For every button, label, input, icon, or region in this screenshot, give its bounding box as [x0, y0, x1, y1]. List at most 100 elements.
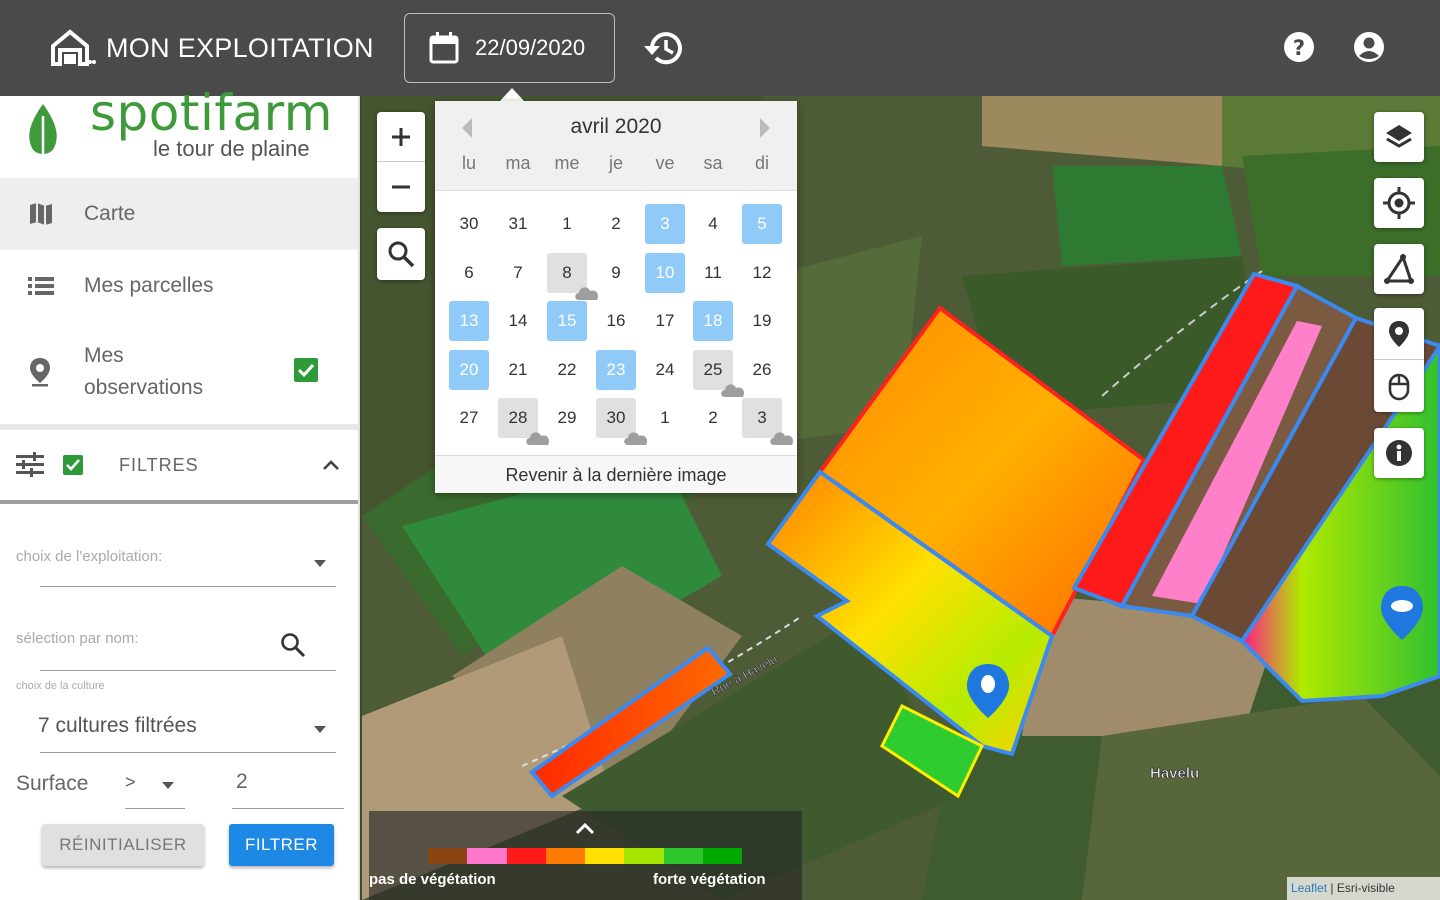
calendar-day[interactable]: 23 — [596, 350, 636, 390]
nav-item-observations[interactable]: Mes observations — [0, 322, 358, 422]
legend-swatch — [624, 848, 664, 864]
chevron-up-icon[interactable] — [322, 459, 340, 471]
chevron-right-icon[interactable] — [757, 117, 773, 139]
calendar-day[interactable]: 7 — [498, 253, 538, 293]
name-search-input[interactable] — [40, 670, 336, 671]
calendar-day[interactable]: 31 — [498, 204, 538, 244]
culture-dropdown-icon[interactable] — [314, 726, 326, 734]
calendar-day[interactable]: 16 — [596, 301, 636, 341]
calendar-day[interactable]: 1 — [645, 398, 685, 438]
add-marker-button[interactable] — [1374, 308, 1424, 360]
calendar-day[interactable]: 27 — [449, 398, 489, 438]
calendar-day[interactable]: 3 — [742, 398, 794, 445]
calendar-day[interactable]: 14 — [498, 301, 538, 341]
map-search-button[interactable] — [377, 228, 425, 280]
filters-title: FILTRES — [119, 454, 199, 475]
calendar-day[interactable]: 30 — [449, 204, 489, 244]
date-calendar-popup: avril 2020 lu ma me je ve sa di 30 31 1 2 3 4… — [435, 101, 797, 493]
map-icon — [30, 203, 52, 225]
calendar-day[interactable]: 3 — [645, 204, 685, 244]
exploitation-dropdown-icon[interactable] — [314, 560, 326, 568]
account-button[interactable] — [1352, 30, 1386, 69]
history-button[interactable] — [642, 28, 684, 73]
layers-button[interactable] — [1374, 112, 1424, 162]
calendar-day[interactable]: 28 — [498, 398, 550, 445]
surface-input[interactable] — [232, 808, 344, 809]
nav-label-parcelles: Mes parcelles — [84, 274, 214, 297]
calendar-day[interactable]: 8 — [547, 253, 599, 300]
legend-color-scale — [428, 848, 742, 864]
minus-icon — [392, 185, 410, 189]
calendar-day[interactable]: 6 — [449, 253, 489, 293]
chevron-up-icon[interactable] — [575, 821, 595, 835]
surface-operator[interactable]: > — [125, 772, 136, 793]
calendar-day[interactable]: 2 — [596, 204, 636, 244]
zoom-out-button[interactable] — [377, 162, 425, 212]
info-button[interactable] — [1374, 428, 1424, 478]
surface-operator-select[interactable] — [125, 808, 185, 809]
calendar-day-number: 3 — [757, 408, 767, 427]
calendar-day[interactable]: 22 — [547, 350, 587, 390]
measure-button[interactable] — [1374, 244, 1424, 294]
calendar-day[interactable]: 25 — [693, 350, 745, 397]
culture-select[interactable] — [40, 752, 336, 753]
date-picker-button[interactable]: 22/09/2020 — [404, 13, 615, 83]
filters-header[interactable]: FILTRES — [0, 432, 358, 498]
calendar-day[interactable]: 19 — [742, 301, 782, 341]
calendar-day[interactable]: 12 — [742, 253, 782, 293]
calendar-day-number: 17 — [655, 311, 675, 330]
surface-operator-dropdown-icon[interactable] — [162, 782, 174, 790]
calendar-day-number: 9 — [611, 263, 621, 282]
calendar-day[interactable]: 30 — [596, 398, 648, 445]
calendar-day[interactable]: 17 — [645, 301, 685, 341]
calendar-day-number: 2 — [611, 214, 621, 233]
back-to-last-image-button[interactable]: Revenir à la dernière image — [435, 455, 797, 493]
calendar-day-number: 19 — [752, 311, 772, 330]
farm-barn-icon — [51, 29, 96, 66]
calendar-day-number: 11 — [704, 263, 722, 282]
calendar-day[interactable]: 26 — [742, 350, 782, 390]
click-select-button[interactable] — [1374, 360, 1424, 412]
calendar-day[interactable]: 29 — [547, 398, 587, 438]
farm-selector[interactable]: MON EXPLOITATION — [50, 28, 374, 68]
exploitation-select[interactable] — [40, 586, 336, 587]
calendar-day[interactable]: 21 — [498, 350, 538, 390]
calendar-day-number: 14 — [508, 311, 528, 330]
culture-label: choix de la culture — [16, 680, 105, 692]
calendar-day[interactable]: 13 — [449, 301, 489, 341]
nav-item-carte[interactable]: Carte — [0, 178, 358, 250]
calendar-day[interactable]: 24 — [645, 350, 685, 390]
farm-label: MON EXPLOITATION — [106, 32, 374, 63]
search-icon[interactable] — [280, 632, 306, 658]
calendar-day-number: 27 — [459, 408, 479, 427]
help-button[interactable]: ? — [1282, 30, 1316, 69]
leaflet-link[interactable]: Leaflet — [1291, 881, 1327, 895]
calendar-day[interactable]: 15 — [547, 301, 587, 341]
calendar-day[interactable]: 4 — [693, 204, 733, 244]
weekday-label: ma — [505, 153, 531, 173]
reset-button[interactable]: RÉINITIALISER — [42, 824, 204, 866]
zoom-in-button[interactable] — [377, 112, 425, 162]
calendar-day[interactable]: 2 — [693, 398, 733, 438]
nav-item-parcelles[interactable]: Mes parcelles — [0, 252, 358, 320]
calendar-day[interactable]: 9 — [596, 253, 636, 293]
calendar-day[interactable]: 1 — [547, 204, 587, 244]
calendar-day[interactable]: 11 — [693, 253, 733, 293]
measure-angle-icon — [1384, 253, 1414, 284]
observations-checkbox[interactable] — [293, 357, 319, 383]
locate-button[interactable] — [1374, 178, 1424, 228]
filter-button[interactable]: FILTRER — [229, 824, 334, 866]
filters-checkbox[interactable] — [62, 454, 84, 476]
help-icon: ? — [1284, 32, 1314, 62]
calendar-day[interactable]: 5 — [742, 204, 782, 244]
weekday-label: sa — [703, 153, 723, 173]
surface-value[interactable]: 2 — [236, 770, 248, 794]
calendar-pointer — [500, 88, 524, 101]
calendar-day[interactable]: 18 — [693, 301, 733, 341]
culture-select-value[interactable]: 7 cultures filtrées — [38, 714, 197, 738]
calendar-day-number: 7 — [513, 263, 523, 282]
calendar-day-number: 5 — [757, 214, 767, 233]
calendar-day[interactable]: 10 — [645, 253, 685, 293]
calendar-day-number: 16 — [606, 311, 626, 330]
calendar-day[interactable]: 20 — [449, 350, 489, 390]
